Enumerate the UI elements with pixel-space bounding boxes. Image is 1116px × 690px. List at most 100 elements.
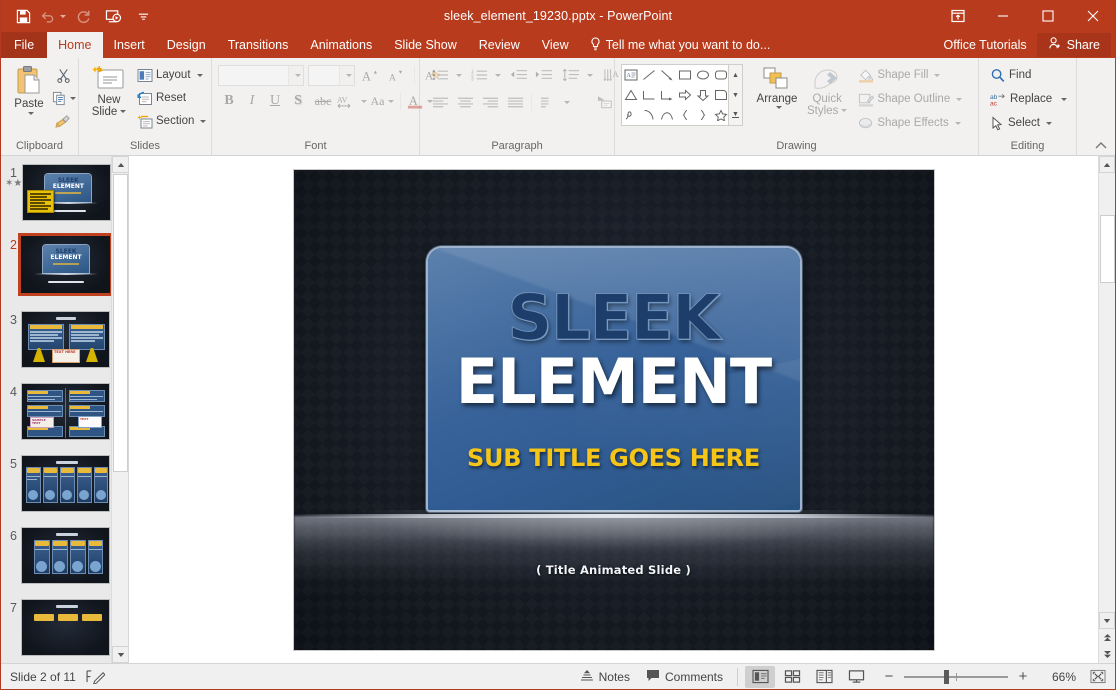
zoom-percentage[interactable]: 66% (1038, 670, 1076, 684)
thumbnail-image[interactable] (21, 599, 110, 656)
shape-scribble[interactable] (622, 105, 640, 125)
shape-arc[interactable] (640, 105, 658, 125)
bold-button[interactable]: B (218, 90, 240, 112)
tab-design[interactable]: Design (156, 32, 217, 58)
thumbnail-scrollbar-thumb[interactable] (113, 174, 128, 472)
thumbnail-slide-7[interactable]: 7 (1, 597, 128, 663)
tab-home[interactable]: Home (47, 32, 103, 58)
thumbnail-image[interactable]: SLEEK ELEMENT (22, 164, 112, 221)
shape-triangle[interactable] (622, 85, 640, 105)
decrease-indent-button[interactable] (506, 64, 530, 86)
share-button[interactable]: Share (1036, 32, 1111, 57)
tab-review[interactable]: Review (468, 32, 531, 58)
thumbnail-scroll-up-icon[interactable] (112, 156, 128, 173)
shape-elbow-arrow-connector[interactable] (658, 85, 676, 105)
shape-rounded-rectangle[interactable] (712, 65, 730, 85)
shapes-scroll-up-icon[interactable]: ▲ (729, 65, 742, 85)
arrange-button[interactable]: Arrange (751, 64, 803, 111)
collapse-ribbon-icon[interactable] (1093, 137, 1109, 153)
thumbnail-slide-5[interactable]: 5 (1, 453, 128, 525)
scroll-up-icon[interactable] (1099, 156, 1115, 173)
thumbnail-slide-3[interactable]: 3 TEXT HERE (1, 309, 128, 381)
justify-button[interactable] (503, 91, 527, 113)
shape-fill-button[interactable]: Shape Fill (855, 64, 965, 86)
thumbnail-slide-4[interactable]: 4 SAMPLE TEXT TEXT (1, 381, 128, 453)
new-slide-button[interactable]: New Slide (84, 63, 134, 121)
find-button[interactable]: Find (987, 64, 1034, 86)
scroll-down-icon[interactable] (1099, 612, 1115, 629)
start-from-beginning-icon[interactable] (99, 3, 127, 29)
align-center-button[interactable] (453, 91, 477, 113)
minimize-icon[interactable] (980, 0, 1025, 32)
shapes-more-icon[interactable]: ▼ (729, 105, 742, 125)
z oom-out-button[interactable]: − (881, 668, 897, 686)
increase-font-size-button[interactable]: A (359, 64, 381, 86)
columns-button[interactable] (536, 91, 560, 113)
reading-view-button[interactable] (809, 666, 839, 688)
slide-vertical-scrollbar[interactable] (1098, 156, 1115, 663)
change-case-button[interactable]: Aa (368, 90, 396, 112)
close-icon[interactable] (1070, 0, 1115, 32)
title-panel[interactable]: SLEEK ELEMENT SUB TITLE GOES HERE (427, 247, 800, 510)
thumbnail-slide-1[interactable]: 1 ✶★ SLEEK ELEMENT (1, 162, 128, 234)
shape-left-brace[interactable] (676, 105, 694, 125)
previous-slide-icon[interactable] (1099, 629, 1115, 646)
shape-down-arrow[interactable] (694, 85, 712, 105)
thumbnail-image[interactable]: SAMPLE TEXT TEXT (21, 383, 110, 440)
text-shadow-button[interactable]: S (287, 90, 309, 112)
align-left-button[interactable] (428, 91, 452, 113)
thumbnail-image[interactable] (21, 455, 110, 512)
tab-slide-show[interactable]: Slide Show (383, 32, 468, 58)
tab-insert[interactable]: Insert (103, 32, 156, 58)
reset-button[interactable]: Reset (134, 87, 209, 109)
shape-oval[interactable] (694, 65, 712, 85)
zoom-in-button[interactable]: + (1015, 668, 1031, 686)
thumbnail-scroll-down-icon[interactable] (112, 646, 128, 663)
slide-sorter-view-button[interactable] (777, 666, 807, 688)
thumbnail-scrollbar[interactable] (111, 156, 128, 663)
line-spacing-button[interactable] (559, 64, 583, 86)
underline-button[interactable]: U (264, 90, 286, 112)
next-slide-icon[interactable] (1099, 646, 1115, 663)
office-tutorials-link[interactable]: Office Tutorials (934, 38, 1037, 52)
tab-transitions[interactable]: Transitions (217, 32, 300, 58)
scrollbar-thumb[interactable] (1100, 215, 1115, 283)
thumbnail-image[interactable] (21, 527, 110, 584)
paste-button[interactable]: Paste (6, 63, 52, 117)
customize-qat-icon[interactable] (129, 3, 157, 29)
shape-effects-button[interactable]: Shape Effects (855, 112, 965, 134)
shape-right-brace[interactable] (694, 105, 712, 125)
shape-pentagon-tag[interactable] (712, 85, 730, 105)
shapes-gallery[interactable]: A ▲ ▼ ▼ (621, 64, 743, 126)
replace-button[interactable]: ab ac Replace (987, 88, 1070, 110)
thumbnail-image[interactable]: TEXT HERE (21, 311, 110, 368)
cut-button[interactable] (52, 64, 74, 86)
undo-icon[interactable] (39, 3, 67, 29)
strikethrough-button[interactable]: abc (310, 90, 336, 112)
shape-outline-button[interactable]: Shape Outline (855, 88, 965, 110)
shapes-scroll-down-icon[interactable]: ▼ (729, 85, 742, 105)
section-button[interactable]: Section (134, 110, 209, 132)
thumbnail-image[interactable]: SLEEK ELEMENT (18, 233, 113, 296)
shape-curve[interactable] (658, 105, 676, 125)
ribbon-display-options-icon[interactable] (935, 0, 980, 32)
shape-arrow[interactable] (658, 65, 676, 85)
shape-rectangle[interactable] (676, 65, 694, 85)
numbering-button[interactable]: 123 (467, 64, 491, 86)
align-right-button[interactable] (478, 91, 502, 113)
comments-button[interactable]: Comments (639, 667, 730, 687)
shape-right-arrow[interactable] (676, 85, 694, 105)
tab-animations[interactable]: Animations (299, 32, 383, 58)
scrollbar-track[interactable] (1099, 173, 1115, 612)
notes-button[interactable]: Notes (573, 667, 637, 687)
save-icon[interactable] (9, 3, 37, 29)
italic-button[interactable]: I (241, 90, 263, 112)
zoom-slider-handle[interactable] (944, 669, 949, 684)
tab-file[interactable]: File (1, 32, 48, 58)
decrease-font-size-button[interactable]: A (385, 64, 407, 86)
font-size-combo[interactable] (308, 64, 355, 86)
shape-star[interactable] (712, 105, 730, 125)
shape-line[interactable] (640, 65, 658, 85)
format-painter-button[interactable] (52, 110, 74, 132)
tell-me-box[interactable]: Tell me what you want to do... (580, 32, 781, 58)
